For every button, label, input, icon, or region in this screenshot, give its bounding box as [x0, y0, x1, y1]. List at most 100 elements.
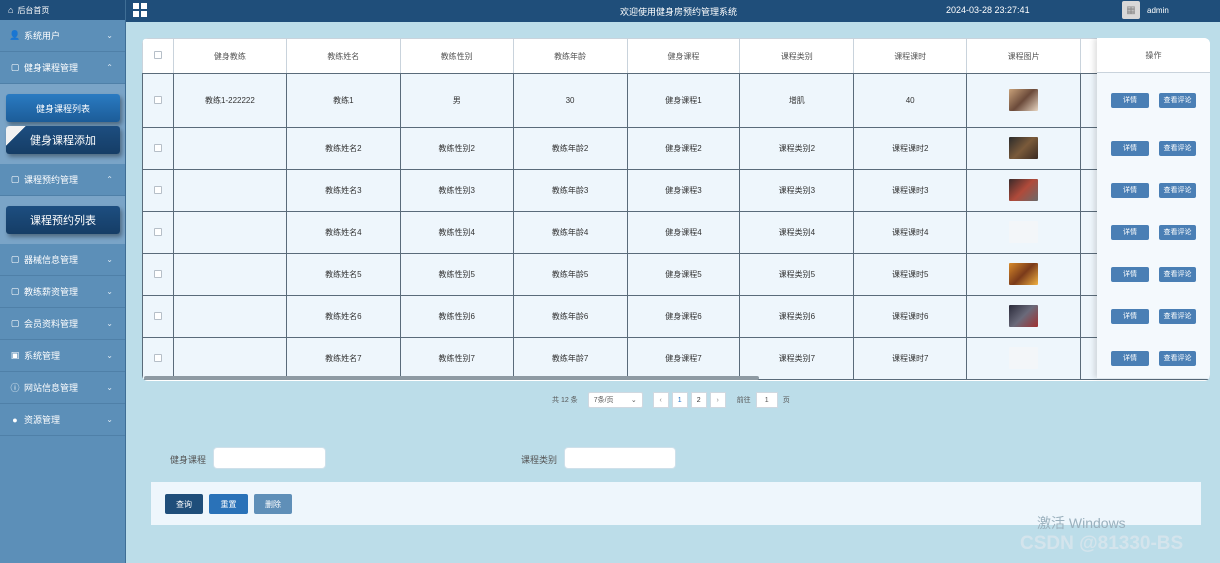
delete-button[interactable]: 删除 — [254, 494, 292, 514]
cell-age: 教练年龄4 — [512, 211, 628, 254]
page-size-select[interactable]: 7条/页 ⌄ — [587, 392, 643, 408]
sidebar-item-booking-mgmt[interactable]: ▢ 课程预约管理 ⌃ — [0, 164, 125, 196]
row-checkbox[interactable] — [153, 269, 162, 278]
goto-page-input[interactable]: 1 — [755, 392, 778, 408]
view-comments-button[interactable]: 查看评论 — [1159, 266, 1196, 282]
course-thumbnail[interactable] — [1009, 304, 1039, 327]
avatar[interactable]: ▦ — [1122, 1, 1140, 19]
cell-course: 健身课程7 — [626, 337, 741, 380]
sidebar-item-label: 教练薪资管理 — [24, 287, 79, 297]
page-button-1[interactable]: 1 — [671, 392, 688, 408]
column-header: 健身教练 — [172, 38, 287, 74]
cell-coach — [172, 295, 287, 338]
row-checkbox[interactable] — [153, 353, 162, 362]
select-all-cell[interactable] — [142, 38, 174, 74]
table-row[interactable]: 教练姓名5 教练性别5 教练年龄5 健身课程5 课程类别5 课程课时5 — [142, 253, 1210, 296]
course-search-input[interactable] — [213, 447, 326, 469]
table-row[interactable]: 教练姓名7 教练性别7 教练年龄7 健身课程7 课程类别7 课程课时7 — [142, 337, 1210, 380]
row-checkbox[interactable] — [153, 311, 162, 320]
page-curl-decoration — [6, 126, 26, 146]
sidebar-item-course-mgmt[interactable]: ▢ 健身课程管理 ⌃ — [0, 52, 125, 84]
chevron-down-icon: ⌄ — [106, 31, 113, 40]
view-comments-button[interactable]: 查看评论 — [1159, 308, 1196, 324]
table-row[interactable]: 教练姓名4 教练性别4 教练年龄4 健身课程4 课程类别4 课程课时4 — [142, 211, 1210, 254]
op-row: 详情 查看评论 — [1097, 169, 1210, 211]
view-comments-button[interactable]: 查看评论 — [1159, 182, 1196, 198]
page-button-2[interactable]: 2 — [690, 392, 707, 408]
sidebar-item-members[interactable]: ▢ 会员资料管理 ⌄ — [0, 308, 125, 340]
sidebar-item-resources[interactable]: ● 资源管理 ⌄ — [0, 404, 125, 436]
table-row[interactable]: 教练姓名2 教练性别2 教练年龄2 健身课程2 课程类别2 课程课时2 — [142, 127, 1210, 170]
submenu-course-add[interactable]: 健身课程添加 — [6, 126, 120, 154]
table-row[interactable]: 教练1-222222 教练1 男 30 健身课程1 增肌 40 — [142, 73, 1210, 128]
category-search-input[interactable] — [564, 447, 676, 469]
cell-coach — [172, 253, 287, 296]
course-thumbnail[interactable] — [1009, 220, 1039, 243]
sidebar-item-label: 器械信息管理 — [24, 255, 79, 265]
cell-hours: 课程课时5 — [853, 253, 968, 296]
row-checkbox[interactable] — [153, 227, 162, 236]
course-thumbnail[interactable] — [1009, 178, 1039, 201]
horizontal-scrollbar[interactable] — [144, 376, 759, 380]
cell-name: 教练姓名5 — [285, 253, 401, 296]
cell-age: 教练年龄3 — [512, 169, 628, 212]
location-icon: ● — [12, 414, 18, 425]
course-thumbnail[interactable] — [1009, 262, 1039, 285]
sidebar-item-equipment[interactable]: ▢ 器械信息管理 ⌄ — [0, 244, 125, 276]
cell-category: 课程类别5 — [739, 253, 855, 296]
op-row: 详情 查看评论 — [1097, 295, 1210, 337]
row-checkbox[interactable] — [153, 185, 162, 194]
detail-button[interactable]: 详情 — [1111, 266, 1149, 282]
detail-button[interactable]: 详情 — [1111, 350, 1149, 366]
sidebar-item-system[interactable]: ▣ 系统管理 ⌄ — [0, 340, 125, 372]
cell-coach — [172, 127, 287, 170]
user-name[interactable]: admin — [1147, 6, 1169, 15]
chevron-down-icon: ⌄ — [106, 383, 113, 392]
table-row[interactable]: 教练姓名3 教练性别3 教练年龄3 健身课程3 课程类别3 课程课时3 — [142, 169, 1210, 212]
operations-column: 操作 详情 查看评论 详情 查看评论 详情 查看评论 详情 查看评论 详情 查看… — [1097, 38, 1210, 378]
view-comments-button[interactable]: 查看评论 — [1159, 224, 1196, 240]
view-comments-button[interactable]: 查看评论 — [1159, 140, 1196, 156]
detail-button[interactable]: 详情 — [1111, 140, 1149, 156]
sidebar-item-label: 系统用户 — [24, 31, 61, 41]
chevron-down-icon: ⌄ — [106, 415, 113, 424]
submenu-booking-list[interactable]: 课程预约列表 — [6, 206, 120, 234]
row-checkbox[interactable] — [153, 95, 162, 104]
column-header: 课程课时 — [853, 38, 968, 74]
column-header: 健身课程 — [626, 38, 741, 74]
query-button[interactable]: 查询 — [165, 494, 203, 514]
sidebar-item-label: 课程预约管理 — [24, 175, 79, 185]
chevron-up-icon: ⌃ — [106, 63, 113, 72]
detail-button[interactable]: 详情 — [1111, 182, 1149, 198]
home-icon: ⌂ — [8, 5, 14, 15]
view-comments-button[interactable]: 查看评论 — [1159, 350, 1196, 366]
chevron-down-icon: ⌄ — [106, 255, 113, 264]
detail-button[interactable]: 详情 — [1111, 92, 1149, 108]
detail-button[interactable]: 详情 — [1111, 308, 1149, 324]
view-comments-button[interactable]: 查看评论 — [1159, 92, 1196, 108]
cell-coach — [172, 169, 287, 212]
table-row[interactable]: 教练姓名6 教练性别6 教练年龄6 健身课程6 课程类别6 课程课时6 — [142, 295, 1210, 338]
sidebar-item-label: 健身课程管理 — [24, 63, 79, 73]
next-page-button[interactable]: › — [709, 392, 726, 408]
sidebar-item-users[interactable]: 👤 系统用户 ⌄ — [0, 20, 125, 52]
grid-menu-icon[interactable] — [133, 3, 147, 17]
sidebar-item-salary[interactable]: ▢ 教练薪资管理 ⌄ — [0, 276, 125, 308]
course-thumbnail[interactable] — [1009, 346, 1039, 369]
course-thumbnail[interactable] — [1009, 88, 1039, 111]
column-header: 教练性别 — [399, 38, 514, 74]
reset-button[interactable]: 重置 — [209, 494, 248, 514]
sidebar-item-label: 网站信息管理 — [24, 383, 79, 393]
cell-gender: 男 — [399, 73, 514, 128]
select-all-checkbox[interactable] — [153, 51, 162, 59]
detail-button[interactable]: 详情 — [1111, 224, 1149, 240]
row-checkbox[interactable] — [153, 143, 162, 152]
submenu-course: 健身课程列表 健身课程添加 — [0, 84, 125, 164]
submenu-course-list[interactable]: 健身课程列表 — [6, 94, 120, 122]
sidebar-item-site-info[interactable]: ⓘ 网站信息管理 ⌄ — [0, 372, 125, 404]
settings-icon: ▣ — [10, 350, 20, 360]
course-thumbnail[interactable] — [1009, 136, 1039, 159]
prev-page-button[interactable]: ‹ — [652, 392, 669, 408]
goto-label: 前往 — [736, 397, 751, 404]
sidebar-home[interactable]: ⌂ 后台首页 — [0, 0, 125, 20]
